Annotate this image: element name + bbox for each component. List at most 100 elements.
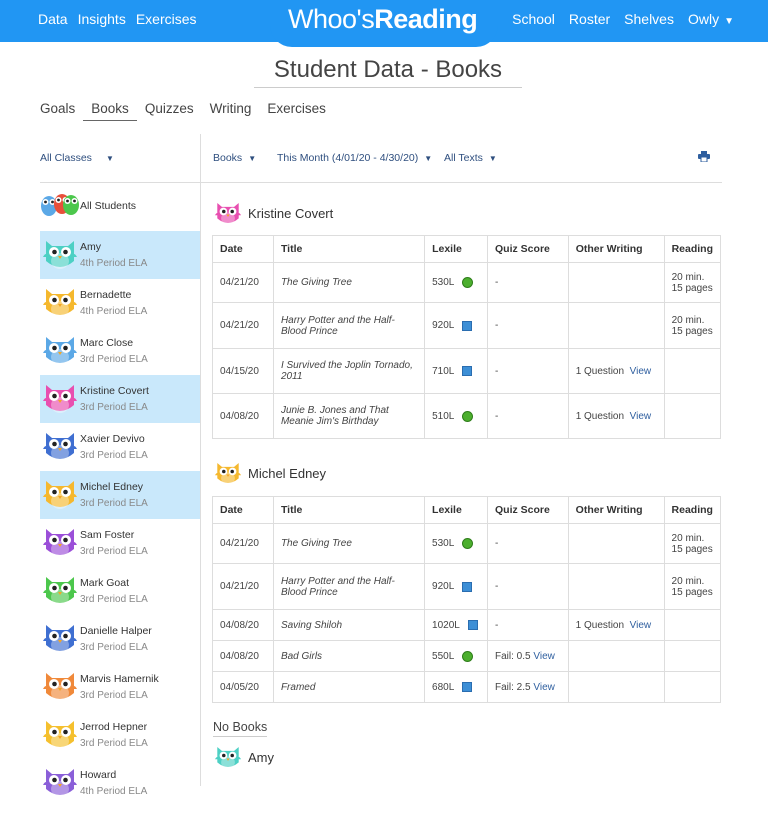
- table-row: 04/08/20 Saving Shiloh 1020L - 1 Question V…: [212, 609, 722, 641]
- student-class: 3rd Period ELA: [80, 354, 148, 365]
- sidebar-student-item[interactable]: Kristine Covert 3rd Period ELA: [40, 375, 200, 423]
- quiz-score: Fail: 2.5: [495, 681, 531, 693]
- reading-pages: 15 pages: [671, 325, 713, 337]
- owl-avatar-icon: [43, 241, 77, 269]
- section-student-name: Kristine Covert: [248, 205, 334, 221]
- quiz-score: -: [495, 581, 499, 592]
- student-class: 4th Period ELA: [80, 306, 148, 317]
- sidebar-student-item[interactable]: Bernadette 4th Period ELA: [40, 279, 200, 327]
- owl-avatar-icon: [43, 625, 77, 653]
- book-title: I Survived the Joplin Tornado, 2011: [280, 360, 413, 382]
- chevron-down-icon: ▼: [488, 154, 497, 163]
- no-books-student: Amy: [214, 744, 274, 770]
- sidebar-student-item[interactable]: Mark Goat 3rd Period ELA: [40, 567, 200, 615]
- student-name: Danielle Halper: [80, 625, 152, 637]
- writing-view-link[interactable]: View: [630, 620, 652, 631]
- book-title: Harry Potter and the Half-Blood Prince: [280, 314, 395, 337]
- student-section-header: Michel Edney: [214, 460, 326, 486]
- owl-avatar-icon: [43, 481, 77, 509]
- row-date: 04/21/20: [220, 320, 259, 331]
- student-class: 3rd Period ELA: [80, 450, 148, 461]
- student-name: Amy: [80, 241, 101, 253]
- student-name: Kristine Covert: [80, 385, 149, 397]
- lexile-value: 530L: [432, 538, 455, 549]
- tab-exercises[interactable]: Exercises: [267, 101, 326, 121]
- lexile-square-icon: [462, 682, 473, 692]
- sidebar-student-item[interactable]: Xavier Devivo 3rd Period ELA: [40, 423, 200, 471]
- quiz-score: Fail: 0.5: [495, 650, 531, 662]
- date-range-dropdown[interactable]: This Month (4/01/20 - 4/30/20) ▼: [277, 152, 432, 164]
- book-title: Harry Potter and the Half-Blood Prince: [280, 575, 395, 598]
- table-row: 04/21/20 The Giving Tree 530L - 20 min. 15 p…: [212, 262, 722, 303]
- student-name: Michel Edney: [80, 481, 144, 493]
- lexile-value: 530L: [432, 277, 455, 288]
- sidebar-student-item[interactable]: Michel Edney 3rd Period ELA: [40, 471, 200, 519]
- sidebar-student-item[interactable]: Marc Close 3rd Period ELA: [40, 327, 200, 375]
- row-date: 04/21/20: [220, 538, 259, 549]
- table-header-row: Date Title Lexile Quiz Score Other Writing Re…: [212, 496, 722, 524]
- tab-books[interactable]: Books: [83, 101, 137, 121]
- student-name: Marvis Hamernik: [80, 673, 159, 685]
- nav-roster[interactable]: Roster: [569, 11, 610, 27]
- texts-filter-dropdown[interactable]: All Texts ▼: [444, 152, 497, 164]
- lexile-square-icon: [462, 366, 473, 376]
- class-filter-dropdown[interactable]: All Classes ▼: [40, 152, 114, 164]
- tab-quizzes[interactable]: Quizzes: [145, 101, 194, 121]
- user-menu[interactable]: Owly ▼: [688, 11, 734, 27]
- lexile-square-icon: [462, 581, 473, 592]
- quiz-view-link[interactable]: View: [533, 651, 555, 662]
- all-students-item[interactable]: All Students: [40, 183, 200, 231]
- lexile-value: 920L: [432, 320, 455, 331]
- sidebar-student-item[interactable]: Sam Foster 3rd Period ELA: [40, 519, 200, 567]
- table-row: 04/21/20 Harry Potter and the Half-Blood …: [212, 563, 722, 610]
- nav-exercises[interactable]: Exercises: [136, 11, 197, 27]
- tab-writing[interactable]: Writing: [210, 101, 252, 121]
- lexile-circle-icon: [462, 538, 474, 549]
- chevron-down-icon: ▼: [105, 154, 114, 163]
- lexile-square-icon: [462, 320, 473, 331]
- printer-icon[interactable]: [698, 151, 710, 162]
- whooos-reading-logo[interactable]: Whoo'sReading: [288, 4, 478, 35]
- column-header: Date: [212, 235, 274, 263]
- nav-data[interactable]: Data: [38, 11, 68, 27]
- nav-school[interactable]: School: [512, 11, 555, 27]
- student-class: 3rd Period ELA: [80, 546, 148, 557]
- column-header: Reading: [663, 235, 722, 263]
- row-date: 04/15/20: [220, 365, 259, 377]
- book-title: Junie B. Jones and That Meanie Jim's Bir…: [280, 405, 389, 427]
- tab-goals[interactable]: Goals: [40, 101, 75, 121]
- lexile-circle-icon: [462, 410, 474, 422]
- page-title: Student Data - Books: [254, 56, 522, 88]
- writing-view-link[interactable]: View: [630, 411, 652, 422]
- sidebar-student-item[interactable]: Jerrod Hepner 3rd Period ELA: [40, 711, 200, 759]
- quiz-view-link[interactable]: View: [533, 682, 555, 693]
- nav-shelves[interactable]: Shelves: [624, 11, 674, 27]
- lexile-value: 1020L: [432, 619, 460, 631]
- nav-insights[interactable]: Insights: [78, 11, 126, 27]
- sidebar-student-item[interactable]: Marvis Hamernik 3rd Period ELA: [40, 663, 200, 711]
- reading-minutes: 20 min.: [671, 575, 705, 587]
- owl-avatar-icon: [43, 433, 77, 461]
- row-date: 04/21/20: [220, 277, 259, 288]
- table-row: 04/08/20 Junie B. Jones and That Meanie J…: [212, 393, 722, 439]
- other-writing: 1 Question: [575, 365, 625, 377]
- table-row: 04/08/20 Bad Girls 550L Fail: 0.5 View: [212, 640, 722, 672]
- lexile-circle-icon: [462, 650, 474, 662]
- section-student-name: Michel Edney: [248, 465, 327, 481]
- nav-right: School Roster Shelves Owly ▼: [498, 11, 734, 27]
- column-header: Title: [272, 496, 426, 524]
- column-header: Quiz Score: [487, 496, 569, 524]
- books-table: Date Title Lexile Quiz Score Other Writing Re…: [212, 235, 722, 439]
- sidebar-student-item[interactable]: Amy 4th Period ELA: [40, 231, 200, 279]
- no-books-student-name: Amy: [248, 749, 274, 765]
- column-header: Other Writing: [567, 496, 665, 524]
- writing-view-link[interactable]: View: [630, 366, 652, 377]
- type-filter-dropdown[interactable]: Books ▼: [213, 152, 256, 164]
- lexile-value: 550L: [432, 650, 455, 662]
- sidebar-student-item[interactable]: Danielle Halper 3rd Period ELA: [40, 615, 200, 663]
- student-class: 3rd Period ELA: [80, 498, 148, 509]
- sidebar-student-item[interactable]: Howard 4th Period ELA: [40, 759, 200, 807]
- column-header: Quiz Score: [487, 235, 569, 263]
- student-sidebar: All Students Amy 4th Period ELA Bernadette…: [40, 183, 200, 807]
- column-header: Lexile: [424, 235, 489, 263]
